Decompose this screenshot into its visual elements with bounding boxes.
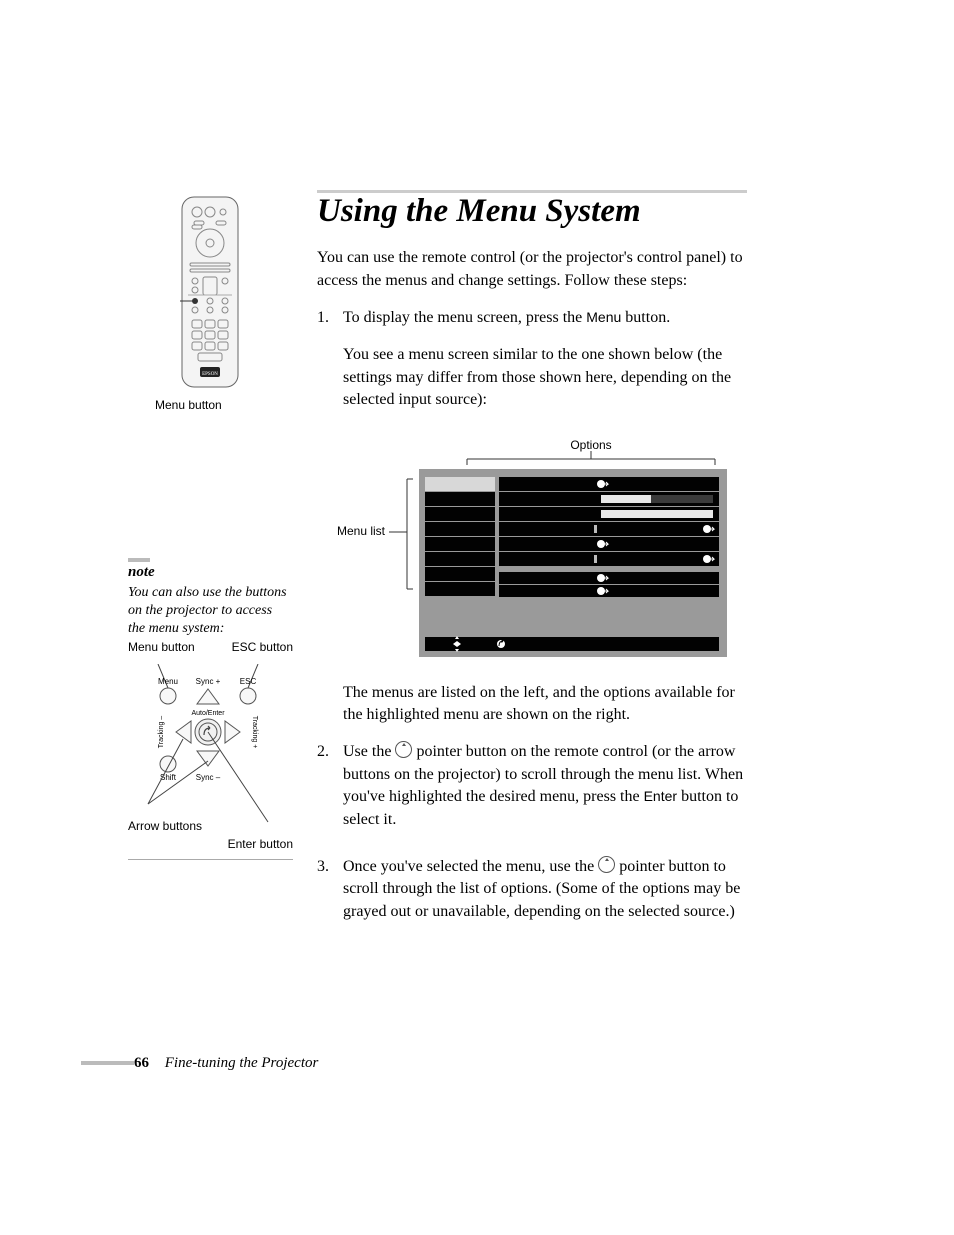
step-2: 2. Use the pointer button on the remote … — [317, 741, 747, 846]
page-number: 66 — [134, 1055, 149, 1071]
step-3-text: Once you've selected the menu, use the p… — [343, 856, 747, 923]
options-figlabel: Options — [570, 438, 611, 452]
esc-button-label: ESC button — [232, 640, 293, 654]
panel-divider — [128, 859, 293, 860]
syncm-smalllabel: Sync – — [196, 773, 221, 782]
pointer-icon — [395, 741, 412, 758]
main-column: Using the Menu System You can use the re… — [317, 190, 747, 948]
footer-title: Fine-tuning the Projector — [165, 1055, 319, 1071]
panel-diagram: Menu button ESC button Menu Sync + ESC A… — [128, 640, 293, 868]
remote-illustration: EPSON Menu button — [155, 195, 265, 412]
tracking-plus-label: Tracking + — [251, 716, 258, 749]
step-1c: The menus are listed on the left, and th… — [343, 682, 747, 727]
menu-button-label: Menu button — [128, 640, 195, 654]
enter-button-label: Enter button — [128, 837, 293, 851]
step-3: 3. Once you've selected the menu, use th… — [317, 856, 747, 938]
menulist-figlabel: Menu list — [337, 524, 386, 538]
note-block: note You can also use the buttons on the… — [128, 558, 288, 639]
footer-text: 66 Fine-tuning the Projector — [134, 1055, 318, 1072]
enter-word: Enter — [644, 788, 677, 804]
page: EPSON Menu button note You can also use … — [0, 0, 954, 1235]
menu-word: Menu — [586, 309, 621, 325]
step-2-text: Use the pointer button on the remote con… — [343, 741, 747, 831]
intro-text: You can use the remote control (or the p… — [317, 247, 747, 292]
step-1b: You see a menu screen similar to the one… — [343, 344, 747, 411]
step-3-num: 3. — [317, 856, 343, 938]
step-1a: To display the menu screen, press the Me… — [343, 307, 747, 329]
esc-smalllabel: ESC — [240, 677, 257, 686]
pointer-icon — [598, 856, 615, 873]
syncp-smalllabel: Sync + — [196, 677, 221, 686]
remote-caption: Menu button — [155, 398, 265, 412]
step-1-num: 1. — [317, 307, 343, 427]
note-rule — [128, 558, 150, 562]
footer-rule — [81, 1061, 134, 1065]
note-text: You can also use the buttons on the proj… — [128, 584, 288, 639]
note-heading: note — [128, 564, 288, 581]
step-2-num: 2. — [317, 741, 343, 846]
tracking-minus-label: Tracking – — [158, 716, 165, 749]
page-heading: Using the Menu System — [317, 193, 747, 229]
autoenter-smalllabel: Auto/Enter — [191, 710, 225, 717]
menu-figure: Options Menu list — [329, 437, 741, 662]
projector-panel-icon: Menu Sync + ESC Auto/Enter Tracking – Tr… — [128, 664, 288, 834]
remote-icon: EPSON — [180, 195, 240, 390]
step-1: 1. To display the menu screen, press the… — [317, 307, 747, 427]
svg-text:EPSON: EPSON — [202, 372, 218, 377]
menu-smalllabel: Menu — [158, 677, 178, 686]
